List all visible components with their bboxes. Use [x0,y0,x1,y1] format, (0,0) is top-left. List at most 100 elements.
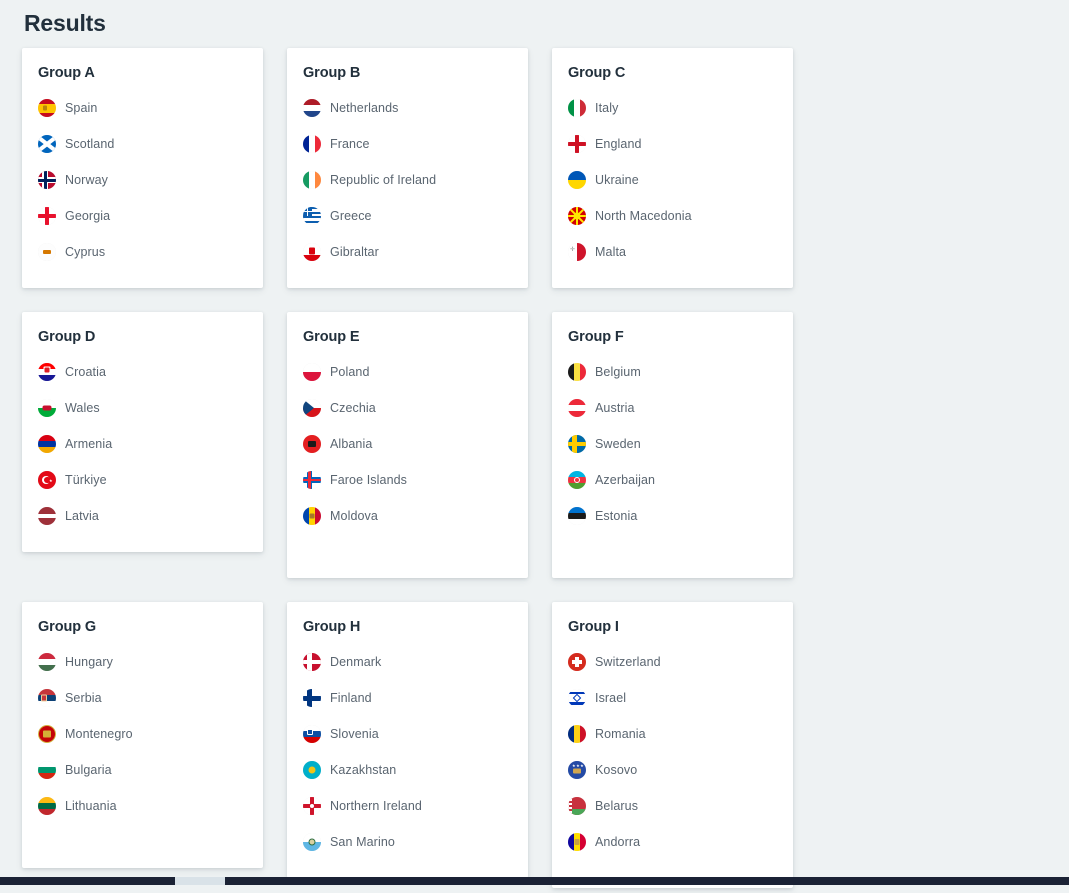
team-name: France [330,137,370,151]
team-list-item[interactable]: Slovenia [303,716,512,752]
team-name: Slovenia [330,727,379,741]
team-list-item[interactable]: Hungary [38,644,247,680]
team-name: Lithuania [65,799,117,813]
team-list-item[interactable]: Northern Ireland [303,788,512,824]
team-list-item[interactable]: Belarus [568,788,777,824]
armenia-flag-icon [38,435,56,453]
team-list-item[interactable]: England [568,126,777,162]
israel-flag-icon [568,689,586,707]
group-title: Group C [568,65,626,81]
team-list-item[interactable]: Finland [303,680,512,716]
team-name: Greece [330,209,372,223]
team-list-item[interactable]: Poland [303,354,512,390]
team-list-item[interactable]: ★ Türkiye [38,462,247,498]
team-list-item[interactable]: Italy [568,90,777,126]
cyprus-flag-icon [38,243,56,261]
team-list-item[interactable]: Bulgaria [38,752,247,788]
team-list-item[interactable]: Switzerland [568,644,777,680]
group-title: Group I [568,619,619,635]
team-list-item[interactable]: Lithuania [38,788,247,824]
team-name: Türkiye [65,473,107,487]
albania-flag-icon [303,435,321,453]
team-list-item[interactable]: Andorra [568,824,777,860]
team-list-item[interactable]: Sweden [568,426,777,462]
team-list-item[interactable]: Estonia [568,498,777,534]
team-list-item[interactable]: Ukraine [568,162,777,198]
team-list-item[interactable]: Gibraltar [303,234,512,270]
team-name: Kosovo [595,763,638,777]
wales-flag-icon [38,399,56,417]
team-list-item[interactable]: Cyprus [38,234,247,270]
team-name: Estonia [595,509,638,523]
team-list-item[interactable]: San Marino [303,824,512,860]
kazakhstan-flag-icon [303,761,321,779]
team-name: Switzerland [595,655,661,669]
team-list-item[interactable]: Latvia [38,498,247,534]
team-list-item[interactable]: Netherlands [303,90,512,126]
kosovo-flag-icon: ★★★ [568,761,586,779]
team-list-item[interactable]: Spain [38,90,247,126]
team-list-item[interactable]: Republic of Ireland [303,162,512,198]
team-name: England [595,137,642,151]
team-list-item[interactable]: ✛ Malta [568,234,777,270]
team-list-item[interactable]: Faroe Islands [303,462,512,498]
team-list-item[interactable]: Austria [568,390,777,426]
team-list-item[interactable]: Norway [38,162,247,198]
turkiye-flag-icon: ★ [38,471,56,489]
team-list-item[interactable]: France [303,126,512,162]
team-list: Croatia Wales Armenia ★ Türkiye Latvia [38,354,247,534]
italy-flag-icon [568,99,586,117]
team-list-item[interactable]: Czechia [303,390,512,426]
northern-ireland-flag-icon [303,797,321,815]
team-list-item[interactable]: Wales [38,390,247,426]
team-list-item[interactable]: Greece [303,198,512,234]
horizontal-scrollbar-thumb[interactable] [175,877,225,885]
team-list-item[interactable]: Azerbaijan [568,462,777,498]
team-list-item[interactable]: Albania [303,426,512,462]
team-list: Italy England Ukraine North Macedonia ✛ Malta [568,90,777,270]
team-list-item[interactable]: Israel [568,680,777,716]
team-name: Moldova [330,509,378,523]
team-name: North Macedonia [595,209,692,223]
group-title: Group F [568,329,624,345]
team-list-item[interactable]: Montenegro [38,716,247,752]
team-name: Georgia [65,209,111,223]
sweden-flag-icon [568,435,586,453]
group-card: Group C Italy England Ukraine North Macedoni… [552,48,793,288]
team-list-item[interactable]: ★★★ Kosovo [568,752,777,788]
latvia-flag-icon [38,507,56,525]
team-list-item[interactable]: Serbia [38,680,247,716]
team-name: Netherlands [330,101,399,115]
team-list-item[interactable]: Romania [568,716,777,752]
group-title: Group D [38,329,96,345]
team-name: Montenegro [65,727,133,741]
team-list-item[interactable]: Georgia [38,198,247,234]
horizontal-scrollbar[interactable] [0,877,1069,885]
team-name: Austria [595,401,635,415]
team-list: Poland Czechia Albania Faroe Islands Moldova [303,354,512,534]
estonia-flag-icon [568,507,586,525]
team-list-item[interactable]: Denmark [303,644,512,680]
slovenia-flag-icon [303,725,321,743]
page-title: Results [24,10,106,36]
team-name: Andorra [595,835,641,849]
group-card: Group H Denmark Finland Slovenia Kazakhstan N… [287,602,528,878]
team-name: Gibraltar [330,245,379,259]
group-card: Group I Switzerland Israel Romania ★★★ Kosovo… [552,602,793,888]
team-list: Switzerland Israel Romania ★★★ Kosovo Belarus… [568,644,777,860]
team-list-item[interactable]: North Macedonia [568,198,777,234]
england-flag-icon [568,135,586,153]
team-list-item[interactable]: Armenia [38,426,247,462]
team-list-item[interactable]: Belgium [568,354,777,390]
bulgaria-flag-icon [38,761,56,779]
belarus-flag-icon [568,797,586,815]
azerbaijan-flag-icon [568,471,586,489]
team-list: Hungary Serbia Montenegro Bulgaria Lithuania [38,644,247,824]
team-name: Kazakhstan [330,763,397,777]
team-list-item[interactable]: Scotland [38,126,247,162]
san-marino-flag-icon [303,833,321,851]
team-list-item[interactable]: Moldova [303,498,512,534]
team-name: Denmark [330,655,382,669]
team-list-item[interactable]: Kazakhstan [303,752,512,788]
team-list-item[interactable]: Croatia [38,354,247,390]
